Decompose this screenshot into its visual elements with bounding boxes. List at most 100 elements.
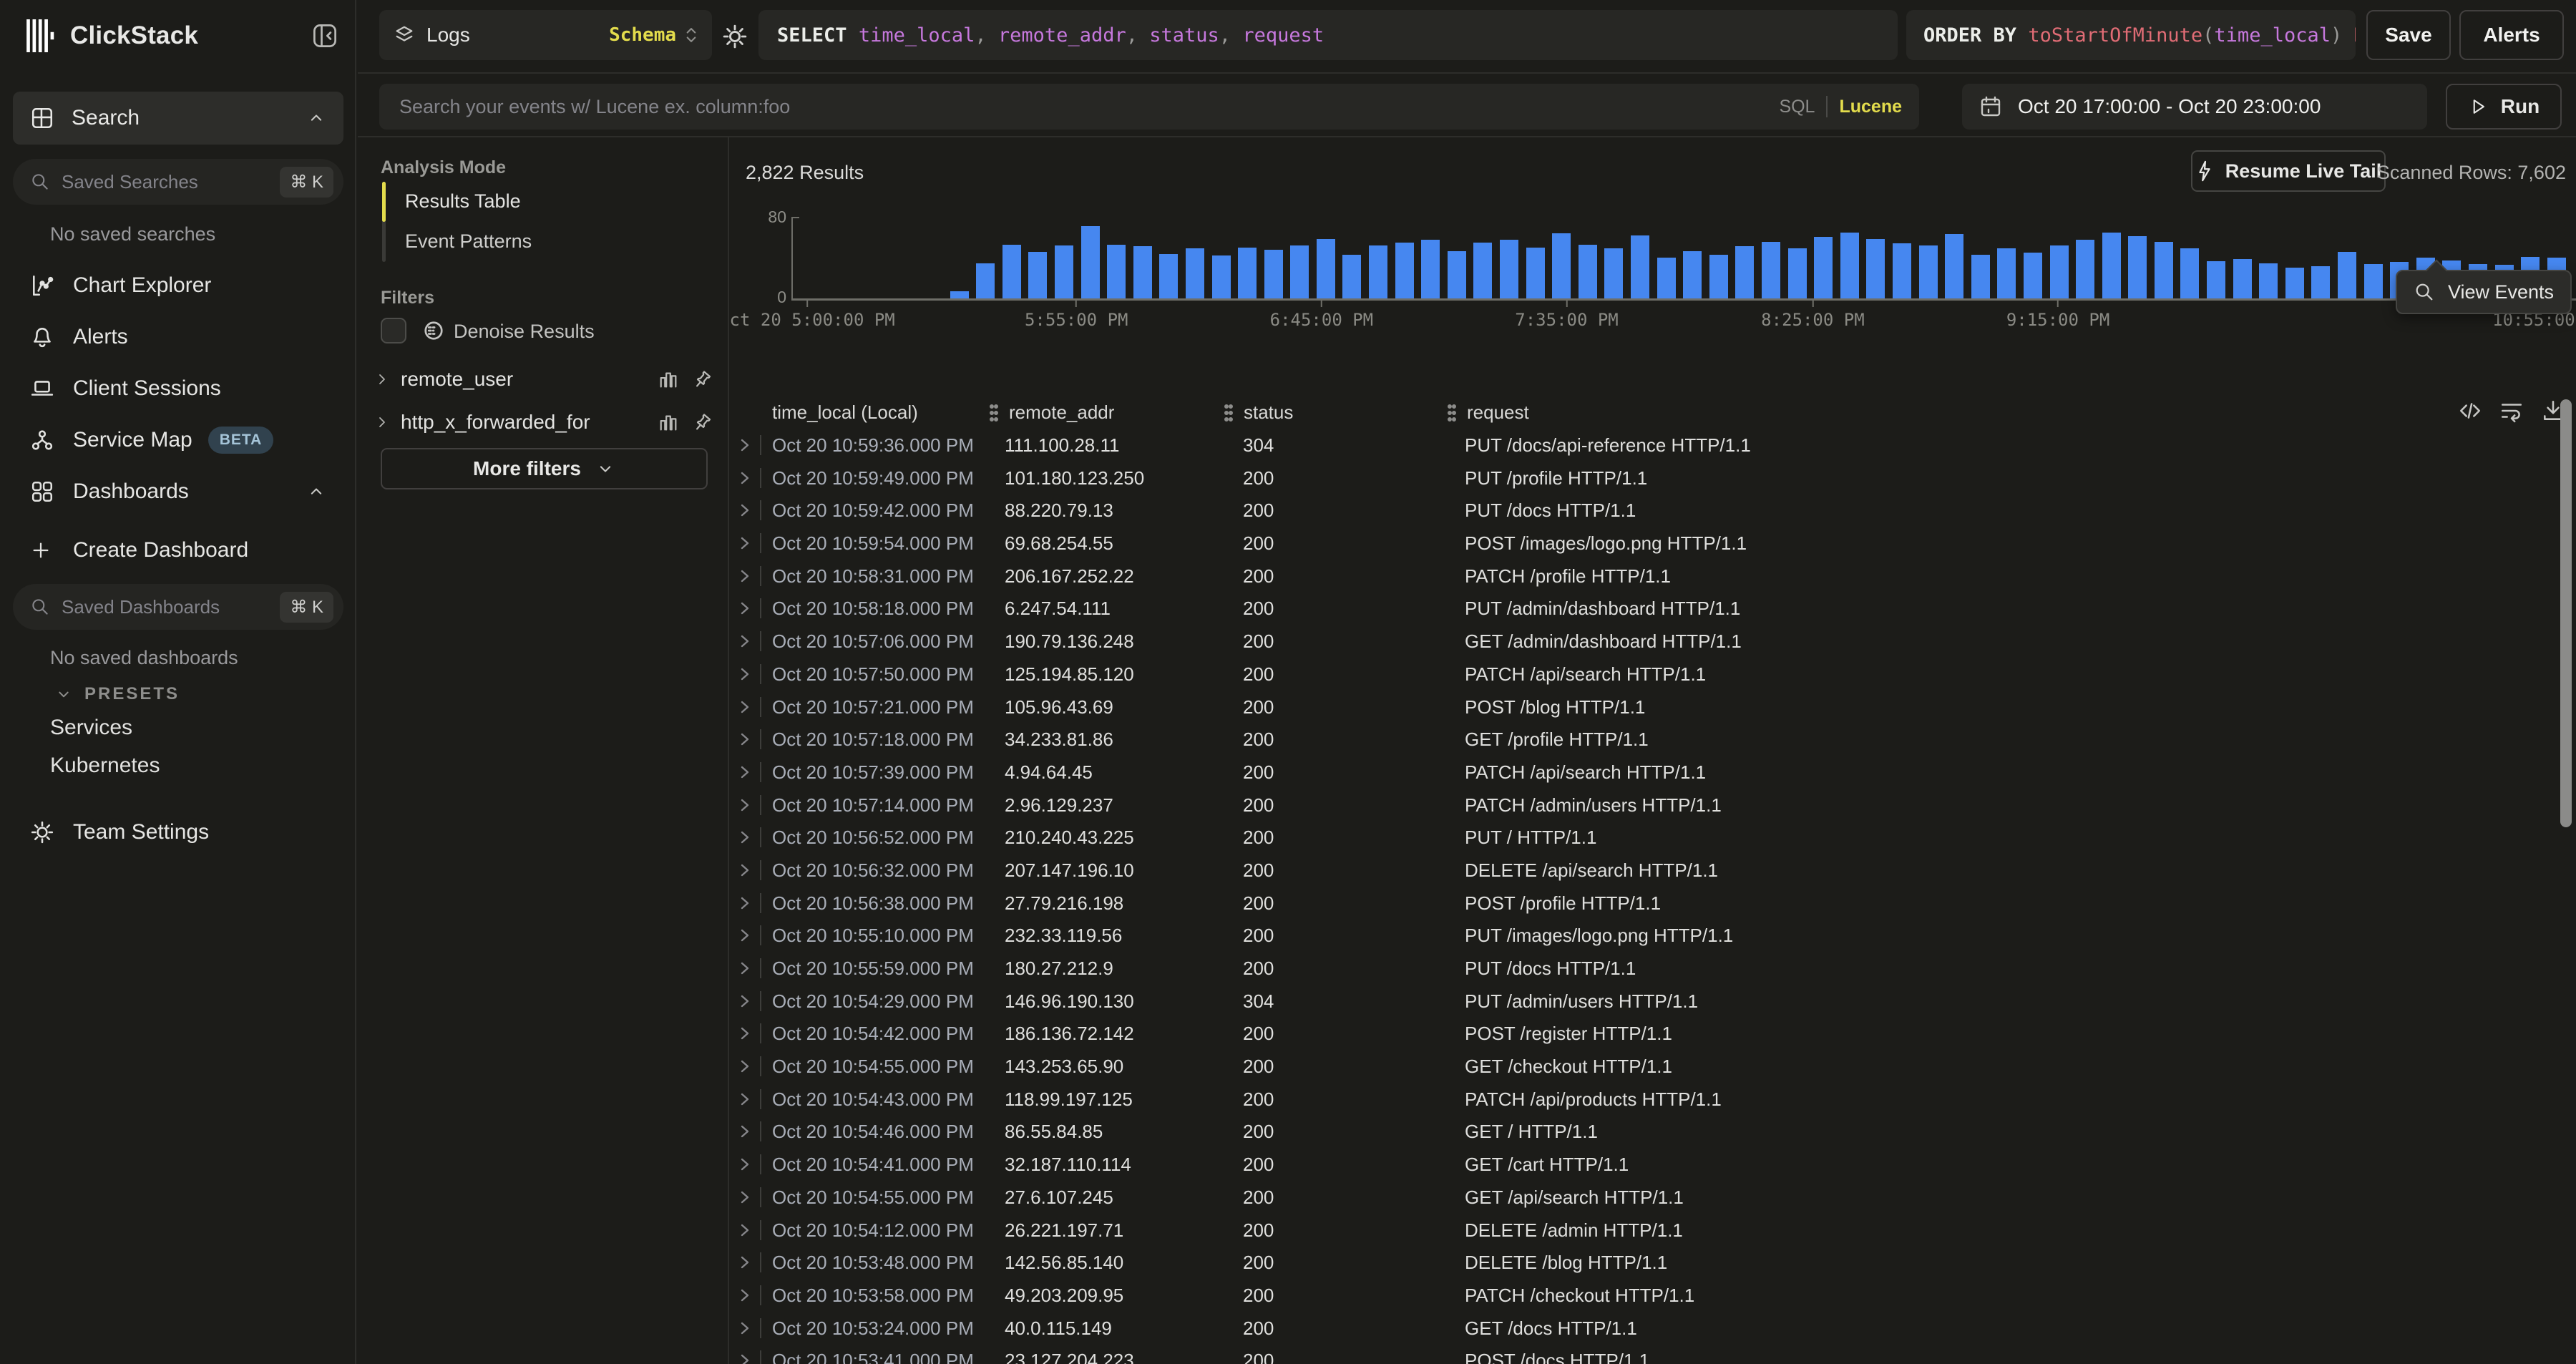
code-view-icon[interactable] [2458, 399, 2482, 423]
row-expand-chevron-icon[interactable] [736, 726, 753, 752]
run-button[interactable]: Run [2446, 84, 2562, 130]
source-settings-gear-icon[interactable] [721, 23, 748, 50]
row-expand-chevron-icon[interactable] [736, 1315, 753, 1341]
histogram-bar[interactable] [1342, 255, 1361, 298]
histogram-bar[interactable] [2155, 242, 2173, 298]
sidebar-item-chart-explorer[interactable]: Chart Explorer [13, 265, 343, 306]
histogram-bar[interactable] [1814, 237, 1833, 298]
event-search-input[interactable] [399, 96, 1779, 118]
alerts-button[interactable]: Alerts [2459, 10, 2564, 60]
histogram-bar[interactable] [976, 263, 995, 298]
filter-field-http-x-forwarded-for[interactable]: http_x_forwarded_for [374, 404, 713, 441]
row-expand-chevron-icon[interactable] [736, 857, 753, 883]
histogram-bar[interactable] [2338, 252, 2356, 298]
table-row[interactable]: Oct 20 10:59:54.000 PM 69.68.254.55 200 … [731, 527, 2576, 560]
column-header-time-local[interactable]: time_local (Local) [772, 401, 918, 424]
histogram-bar[interactable] [1028, 252, 1047, 298]
row-expand-chevron-icon[interactable] [736, 595, 753, 621]
table-row[interactable]: Oct 20 10:57:50.000 PM 125.194.85.120 20… [731, 658, 2576, 691]
column-header-request[interactable]: request [1446, 401, 1529, 424]
row-expand-chevron-icon[interactable] [736, 1020, 753, 1046]
histogram-bar[interactable] [1212, 255, 1231, 298]
row-expand-chevron-icon[interactable] [736, 1184, 753, 1210]
table-row[interactable]: Oct 20 10:53:58.000 PM 49.203.209.95 200… [731, 1280, 2576, 1312]
histogram-bar[interactable] [1657, 258, 1676, 298]
histogram-bar[interactable] [1264, 250, 1283, 298]
table-row[interactable]: Oct 20 10:57:39.000 PM 4.94.64.45 200 PA… [731, 756, 2576, 789]
histogram-bar[interactable] [2102, 233, 2121, 298]
row-expand-chevron-icon[interactable] [736, 1119, 753, 1144]
table-row[interactable]: Oct 20 10:53:48.000 PM 142.56.85.140 200… [731, 1247, 2576, 1280]
table-row[interactable]: Oct 20 10:54:43.000 PM 118.99.197.125 20… [731, 1083, 2576, 1116]
saved-searches-field[interactable] [62, 171, 280, 193]
table-row[interactable]: Oct 20 10:56:32.000 PM 207.147.196.10 20… [731, 854, 2576, 887]
drag-grip-icon[interactable] [1446, 404, 1458, 422]
time-range-picker[interactable]: Oct 20 17:00:00 - Oct 20 23:00:00 [1962, 84, 2427, 130]
row-expand-chevron-icon[interactable] [736, 497, 753, 523]
row-expand-chevron-icon[interactable] [736, 1348, 753, 1364]
row-expand-chevron-icon[interactable] [736, 955, 753, 981]
histogram-bar[interactable] [1919, 245, 1938, 298]
table-row[interactable]: Oct 20 10:54:42.000 PM 186.136.72.142 20… [731, 1018, 2576, 1051]
histogram-bar[interactable] [1395, 243, 1414, 298]
lucene-toggle[interactable]: Lucene [1839, 97, 1902, 117]
table-row[interactable]: Oct 20 10:59:49.000 PM 101.180.123.250 2… [731, 462, 2576, 495]
column-header-remote-addr[interactable]: remote_addr [988, 401, 1114, 424]
histogram-bar[interactable] [1369, 245, 1387, 298]
row-expand-chevron-icon[interactable] [736, 563, 753, 589]
histogram-bar[interactable] [1997, 248, 2016, 298]
sql-toggle[interactable]: SQL [1779, 97, 1815, 117]
histogram-bar[interactable] [1735, 246, 1754, 298]
field-chart-icon[interactable] [658, 369, 679, 390]
table-row[interactable]: Oct 20 10:56:38.000 PM 27.79.216.198 200… [731, 887, 2576, 920]
event-search-bar[interactable]: SQL Lucene [379, 84, 1919, 130]
histogram-bar[interactable] [1866, 239, 1885, 298]
histogram-bar[interactable] [1971, 255, 1990, 298]
histogram-bar[interactable] [1604, 248, 1623, 298]
sidebar-item-service-map[interactable]: Service Map BETA [13, 419, 343, 461]
histogram-bar[interactable] [1421, 240, 1440, 298]
histogram-bar[interactable] [2207, 261, 2225, 298]
histogram-bar[interactable] [1552, 233, 1571, 298]
mode-results-table[interactable]: Results Table [405, 190, 521, 213]
row-expand-chevron-icon[interactable] [736, 1282, 753, 1308]
histogram-bar[interactable] [2024, 253, 2042, 298]
table-row[interactable]: Oct 20 10:54:41.000 PM 32.187.110.114 20… [731, 1149, 2576, 1182]
table-row[interactable]: Oct 20 10:58:18.000 PM 6.247.54.111 200 … [731, 593, 2576, 625]
histogram-bar[interactable] [1081, 226, 1100, 298]
table-row[interactable]: Oct 20 10:57:14.000 PM 2.96.129.237 200 … [731, 789, 2576, 822]
events-histogram[interactable] [793, 224, 2576, 298]
sidebar-item-alerts[interactable]: Alerts [13, 316, 343, 358]
table-row[interactable]: Oct 20 10:57:21.000 PM 105.96.43.69 200 … [731, 691, 2576, 724]
row-expand-chevron-icon[interactable] [736, 465, 753, 491]
histogram-bar[interactable] [2285, 268, 2304, 298]
histogram-bar[interactable] [1579, 245, 1597, 298]
histogram-bar[interactable] [1526, 248, 1545, 299]
row-expand-chevron-icon[interactable] [736, 759, 753, 785]
sidebar-item-client-sessions[interactable]: Client Sessions [13, 368, 343, 409]
field-pin-icon[interactable] [692, 411, 713, 433]
histogram-bar[interactable] [2050, 245, 2069, 298]
collapse-sidebar-icon[interactable] [312, 23, 338, 49]
mode-event-patterns[interactable]: Event Patterns [405, 230, 532, 253]
table-row[interactable]: Oct 20 10:55:10.000 PM 232.33.119.56 200… [731, 920, 2576, 953]
histogram-bar[interactable] [1317, 239, 1335, 298]
view-events-tooltip[interactable]: View Events [2396, 270, 2572, 314]
histogram-bar[interactable] [1893, 243, 1911, 298]
histogram-bar[interactable] [1945, 234, 1963, 298]
presets-section-toggle[interactable]: PRESETS [54, 684, 180, 704]
row-expand-chevron-icon[interactable] [736, 1151, 753, 1177]
preset-kubernetes[interactable]: Kubernetes [50, 754, 160, 778]
table-row[interactable]: Oct 20 10:54:12.000 PM 26.221.197.71 200… [731, 1214, 2576, 1247]
orderby-clause-input[interactable]: ORDER BY toStartOfMinute(time_local) D [1906, 10, 2356, 60]
row-expand-chevron-icon[interactable] [736, 1249, 753, 1275]
table-row[interactable]: Oct 20 10:58:31.000 PM 206.167.252.22 20… [731, 560, 2576, 593]
row-expand-chevron-icon[interactable] [736, 661, 753, 687]
histogram-bar[interactable] [1238, 248, 1257, 299]
row-expand-chevron-icon[interactable] [736, 694, 753, 720]
table-row[interactable]: Oct 20 10:56:52.000 PM 210.240.43.225 20… [731, 822, 2576, 854]
drag-grip-icon[interactable] [988, 404, 1000, 422]
table-row[interactable]: Oct 20 10:57:18.000 PM 34.233.81.86 200 … [731, 724, 2576, 756]
wrap-text-icon[interactable] [2499, 399, 2524, 423]
row-expand-chevron-icon[interactable] [736, 890, 753, 916]
